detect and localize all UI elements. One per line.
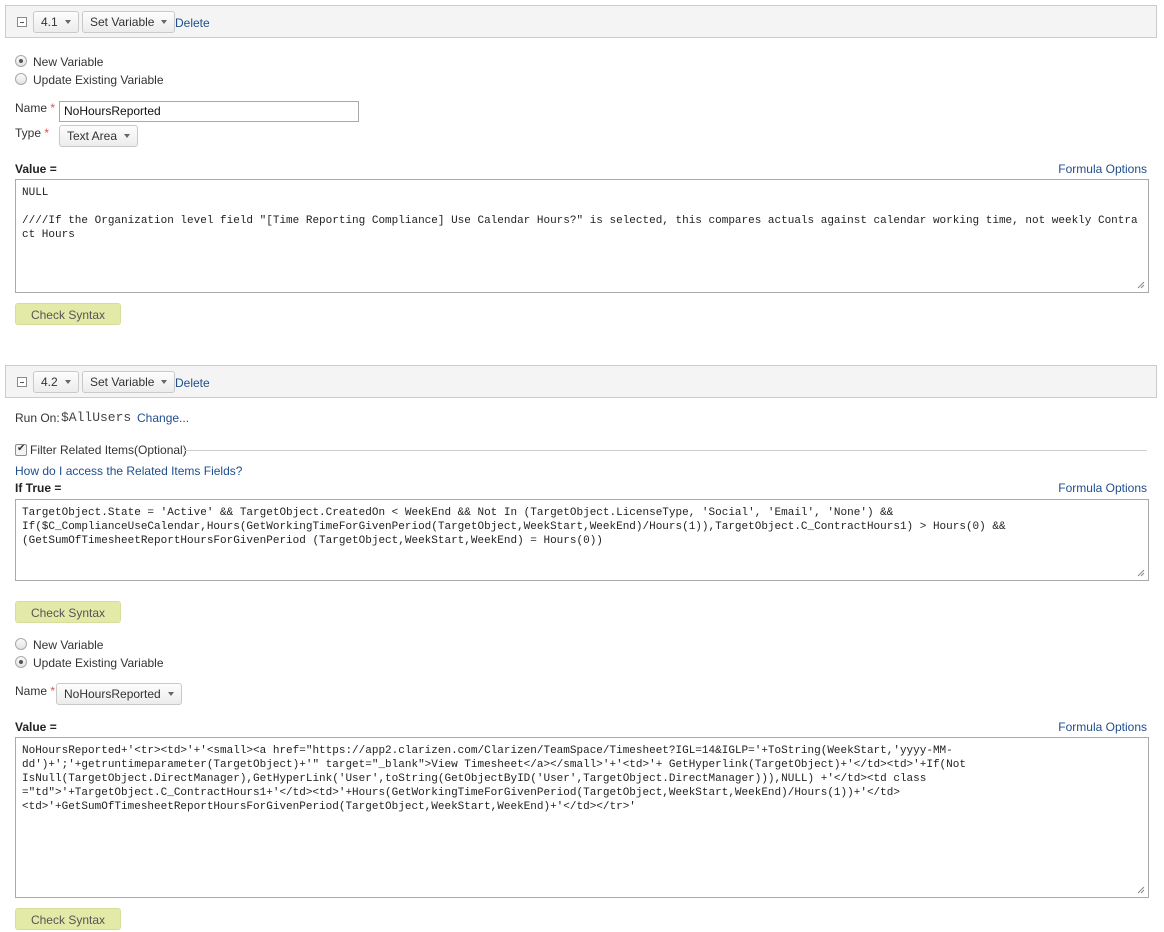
run-on-label: Run On: (15, 411, 60, 425)
check-syntax-button[interactable]: Check Syntax (15, 303, 121, 325)
step-4-1-header: 4.1 Set Variable Delete (5, 5, 1157, 38)
step-number-dropdown[interactable]: 4.1 (33, 11, 79, 33)
value-text: NoHoursReported+'<tr><td>'+'<small><a hr… (22, 745, 966, 813)
name-label-text: Name (15, 101, 48, 115)
run-on-value: $AllUsers (61, 410, 132, 425)
new-variable-label: New Variable (33, 638, 104, 652)
required-mark: * (44, 126, 50, 140)
if-true-textarea[interactable]: TargetObject.State = 'Active' && TargetO… (15, 499, 1149, 581)
value-textarea[interactable]: NULL ////If the Organization level field… (15, 179, 1149, 293)
variable-name-dropdown[interactable]: NoHoursReported (56, 683, 182, 705)
related-items-help-link[interactable]: How do I access the Related Items Fields… (15, 464, 242, 478)
section-divider (185, 450, 1147, 451)
chevron-down-icon (167, 691, 174, 696)
chevron-down-icon (161, 19, 168, 24)
check-syntax-button[interactable]: Check Syntax (15, 908, 121, 930)
formula-options-link[interactable]: Formula Options (1058, 162, 1147, 176)
variable-name-value: NoHoursReported (64, 687, 161, 701)
value-label: Value = (15, 162, 57, 176)
step-number-dropdown[interactable]: 4.2 (33, 371, 79, 393)
filter-related-items-label: Filter Related Items(Optional) (30, 443, 187, 457)
chevron-down-icon (64, 19, 71, 24)
action-type-dropdown[interactable]: Set Variable (82, 371, 176, 393)
formula-options-link[interactable]: Formula Options (1058, 720, 1147, 734)
update-variable-label: Update Existing Variable (33, 656, 164, 670)
chevron-down-icon (161, 379, 168, 384)
check-syntax-button[interactable]: Check Syntax (15, 601, 121, 623)
value-textarea[interactable]: NoHoursReported+'<tr><td>'+'<small><a hr… (15, 737, 1149, 898)
chevron-down-icon (124, 133, 131, 138)
update-variable-label: Update Existing Variable (33, 73, 164, 87)
delete-link[interactable]: Delete (175, 376, 210, 390)
value-label: Value = (15, 720, 57, 734)
name-label: Name * (15, 101, 55, 115)
action-type-label: Set Variable (90, 15, 155, 29)
change-run-on-link[interactable]: Change... (137, 411, 189, 425)
collapse-icon[interactable] (17, 377, 27, 387)
name-label: Name * (15, 684, 55, 698)
type-value: Text Area (67, 129, 118, 143)
step-number-label: 4.1 (41, 15, 58, 29)
value-text: NULL ////If the Organization level field… (22, 187, 1138, 241)
update-variable-radio[interactable] (15, 656, 27, 668)
type-label-text: Type (15, 126, 42, 140)
action-type-dropdown[interactable]: Set Variable (82, 11, 176, 33)
variable-name-input[interactable]: NoHoursReported (59, 101, 359, 122)
required-mark: * (50, 101, 56, 115)
required-mark: * (50, 684, 56, 698)
type-label: Type * (15, 126, 49, 140)
formula-options-link[interactable]: Formula Options (1058, 481, 1147, 495)
if-true-text: TargetObject.State = 'Active' && TargetO… (22, 507, 1006, 547)
filter-related-items-checkbox[interactable] (15, 443, 27, 456)
chevron-down-icon (64, 379, 71, 384)
step-number-label: 4.2 (41, 375, 58, 389)
name-label-text: Name (15, 684, 48, 698)
delete-link[interactable]: Delete (175, 16, 210, 30)
if-true-label: If True = (15, 481, 62, 495)
update-variable-radio[interactable] (15, 73, 27, 85)
type-dropdown[interactable]: Text Area (59, 125, 139, 147)
new-variable-radio[interactable] (15, 55, 27, 67)
resize-grip-icon[interactable] (1136, 568, 1145, 577)
new-variable-label: New Variable (33, 55, 104, 69)
resize-grip-icon[interactable] (1136, 885, 1145, 894)
new-variable-radio[interactable] (15, 638, 27, 650)
action-type-label: Set Variable (90, 375, 155, 389)
resize-grip-icon[interactable] (1136, 280, 1145, 289)
step-4-2-header: 4.2 Set Variable Delete (5, 365, 1157, 398)
collapse-icon[interactable] (17, 17, 27, 27)
